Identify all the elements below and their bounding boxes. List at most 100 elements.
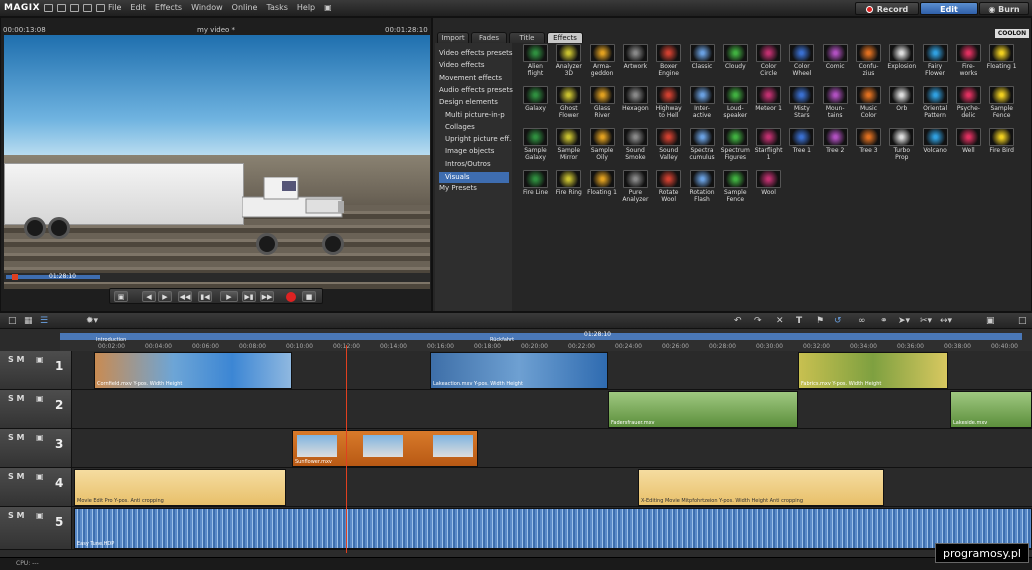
effect-item[interactable]: Volcano — [919, 128, 952, 154]
timeline-view-icon[interactable]: ☰ — [40, 316, 48, 326]
category-item[interactable]: My Presets — [439, 184, 477, 192]
effect-item[interactable]: Fire- works — [952, 44, 985, 77]
save-icon[interactable] — [70, 4, 79, 12]
burn-mode-button[interactable]: ◉ Burn — [979, 2, 1029, 15]
effect-item[interactable]: Sample Fence — [719, 170, 752, 203]
video-clip[interactable]: Fadersfrauer.mxv — [608, 391, 798, 428]
rewind-button[interactable]: ◀◀ — [178, 291, 192, 302]
go-end-button[interactable]: ▶▮ — [242, 291, 256, 302]
menu-online[interactable]: Online — [232, 3, 258, 12]
effect-item[interactable]: Inter- active — [686, 86, 719, 119]
menu-help[interactable]: Help — [297, 3, 315, 12]
effect-item[interactable]: Cloudy — [719, 44, 752, 70]
effect-item[interactable]: Meteor 1 — [752, 86, 785, 112]
lock-icon[interactable]: ▣ — [36, 394, 44, 403]
video-frame[interactable] — [4, 35, 430, 289]
effect-item[interactable]: Wool — [752, 170, 785, 196]
category-item[interactable]: Multi picture-in-p — [445, 111, 505, 119]
audio-clip[interactable]: Easy Tune.HDP — [74, 508, 1032, 549]
redo-icon[interactable]: ↷ — [754, 316, 762, 326]
effect-item[interactable]: Pure Analyzer — [619, 170, 652, 203]
category-item[interactable]: Upright picture eff. — [445, 135, 511, 143]
effect-item[interactable]: Analyzer 3D — [552, 44, 585, 77]
solo-mute[interactable]: S M — [8, 472, 25, 481]
effect-item[interactable]: Starflight 1 — [752, 128, 785, 161]
solo-mute[interactable]: S M — [8, 433, 25, 442]
effect-item[interactable]: Tree 1 — [785, 128, 818, 154]
effect-item[interactable]: Rotation Flash — [686, 170, 719, 203]
tab-import[interactable]: Import — [437, 32, 469, 43]
menu-window[interactable]: Window — [191, 3, 223, 12]
fullscreen-icon[interactable]: ▣ — [986, 316, 995, 326]
video-clip-selected[interactable]: Sunflower.mxv — [292, 430, 478, 467]
effect-item[interactable]: Glass River — [586, 86, 619, 119]
effect-item[interactable]: Boxer Engine — [652, 44, 685, 77]
effect-item[interactable]: Floating 1 — [586, 170, 619, 196]
lock-icon[interactable]: ▣ — [36, 472, 44, 481]
category-item[interactable]: Movement effects — [439, 74, 502, 82]
timeline-ruler[interactable]: Introduction Rückfahrt 01:28:10 00:02:00… — [60, 329, 1032, 351]
title-clip[interactable]: X-Editing Movie Mitpfohrtzeion Y-pos. Wi… — [638, 469, 884, 506]
tab-fades[interactable]: Fades — [471, 32, 507, 43]
effect-item[interactable]: Classic — [686, 44, 719, 70]
effect-item[interactable]: Psyche- delic — [952, 86, 985, 119]
effect-item[interactable]: Confu- zius — [852, 44, 885, 77]
menu-tasks[interactable]: Tasks — [266, 3, 287, 12]
chain-icon[interactable]: ⚭ — [880, 316, 888, 326]
delete-icon[interactable]: ✕ — [776, 316, 784, 326]
effect-item[interactable]: Color Circle — [752, 44, 785, 77]
help-book-icon[interactable]: ▣ — [324, 3, 332, 12]
effect-item[interactable]: Fairy Flower — [919, 44, 952, 77]
solo-mute[interactable]: S M — [8, 394, 25, 403]
solo-mute[interactable]: S M — [8, 511, 25, 520]
effect-item[interactable]: Music Color — [852, 86, 885, 119]
lock-icon[interactable]: ▣ — [36, 355, 44, 364]
tab-title[interactable]: Title — [509, 32, 545, 43]
menu-effects[interactable]: Effects — [155, 3, 182, 12]
next-marker-button[interactable]: ▶ — [158, 291, 172, 302]
settings-wheel-icon[interactable]: ✹▾ — [86, 316, 98, 326]
category-item[interactable]: Design elements — [439, 98, 498, 106]
effect-item[interactable]: Hexagon — [619, 86, 652, 112]
razor-icon[interactable]: ✂▾ — [920, 316, 932, 326]
video-clip[interactable]: Lakeaction.mxv Y-pos. Width Height — [430, 352, 608, 389]
effect-item[interactable]: Highway to Hell — [652, 86, 685, 119]
effect-item[interactable]: Oriental Pattern — [919, 86, 952, 119]
record-mode-button[interactable]: Record — [855, 2, 919, 15]
effect-item[interactable]: Arma- geddon — [586, 44, 619, 77]
lock-icon[interactable]: ▣ — [36, 433, 44, 442]
menu-edit[interactable]: Edit — [130, 3, 146, 12]
prev-marker-button[interactable]: ◀ — [142, 291, 156, 302]
effect-item[interactable]: Rotate Wool — [652, 170, 685, 203]
category-item[interactable]: Collages — [445, 123, 475, 131]
effect-item[interactable]: Sample Fence — [985, 86, 1018, 119]
new-file-icon[interactable] — [44, 4, 53, 12]
effect-item[interactable]: Moun- tains — [819, 86, 852, 119]
effect-item[interactable]: Sample Mirror — [552, 128, 585, 161]
effect-item[interactable]: Floating 1 — [985, 44, 1018, 70]
effect-item[interactable]: Ghost Flower — [552, 86, 585, 119]
effect-item[interactable]: Misty Stars — [785, 86, 818, 119]
effect-item[interactable]: Sample Galaxy — [519, 128, 552, 161]
effect-item[interactable]: Alien flight — [519, 44, 552, 77]
range-bar[interactable] — [60, 333, 1022, 340]
pointer-icon[interactable] — [96, 4, 105, 12]
effect-item[interactable]: Turbo Prop — [885, 128, 918, 161]
category-item[interactable]: Audio effects presets — [439, 86, 513, 94]
fast-forward-button[interactable]: ▶▶ — [260, 291, 274, 302]
undo-icon[interactable]: ↶ — [734, 316, 742, 326]
effect-item[interactable]: Explosion — [885, 44, 918, 70]
video-clip[interactable]: Lakeside.mxv — [950, 391, 1032, 428]
effect-item[interactable]: Fire Bird — [985, 128, 1018, 154]
storyboard-view-icon[interactable]: □ — [8, 316, 17, 326]
effect-item[interactable]: Galaxy — [519, 86, 552, 112]
edit-mode-button[interactable]: Edit — [920, 2, 978, 15]
lock-icon[interactable]: ▣ — [36, 511, 44, 520]
playhead[interactable] — [346, 345, 347, 553]
effect-item[interactable]: Tree 3 — [852, 128, 885, 154]
effect-item[interactable]: Loud- speaker — [719, 86, 752, 119]
effect-item[interactable]: Spectra cumulus — [686, 128, 719, 161]
solo-mute[interactable]: S M — [8, 355, 25, 364]
effect-item[interactable]: Fire Line — [519, 170, 552, 196]
effect-item[interactable]: Color Wheel — [785, 44, 818, 77]
